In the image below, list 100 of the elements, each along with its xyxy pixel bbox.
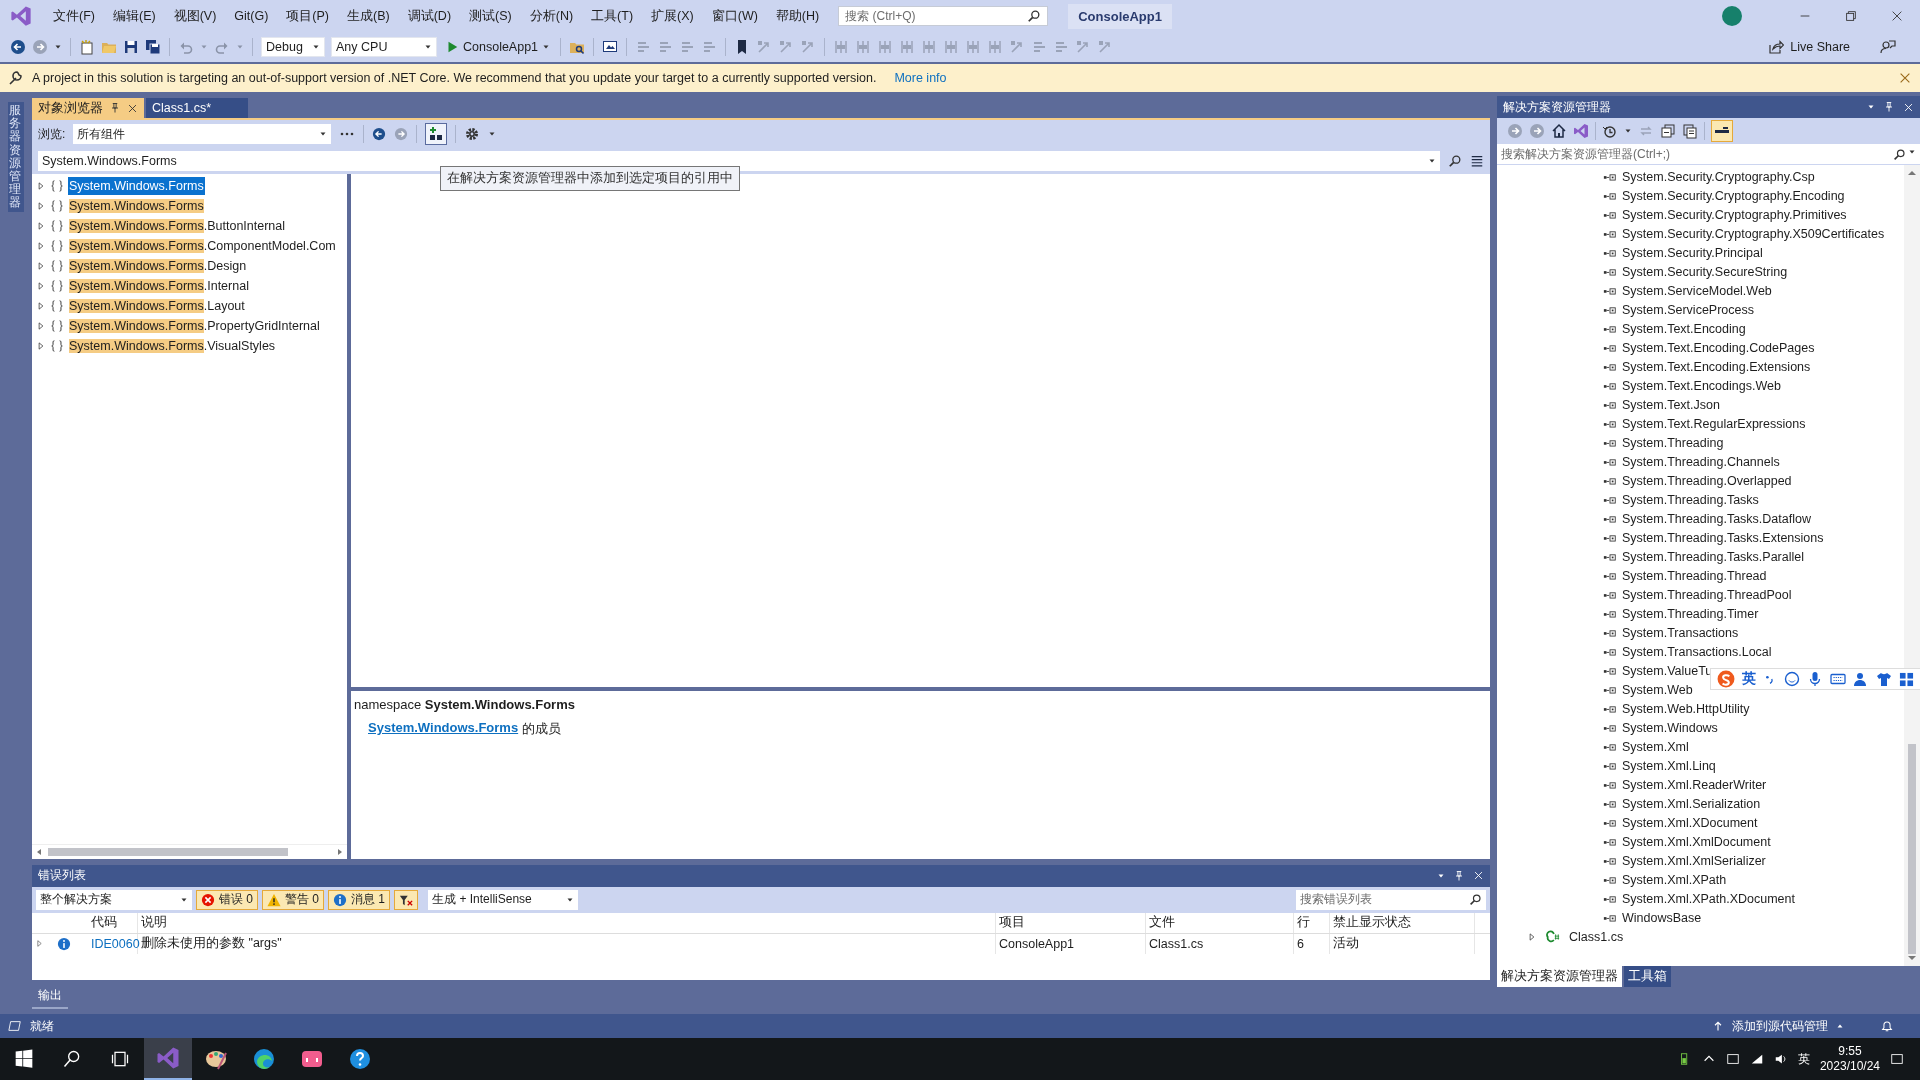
- microphone-icon[interactable]: [1807, 671, 1823, 687]
- column-header[interactable]: 说明: [138, 912, 996, 933]
- column-header[interactable]: 代码: [88, 912, 138, 933]
- menu-item[interactable]: 窗口(W): [702, 3, 767, 29]
- menu-item[interactable]: 工具(T): [582, 3, 643, 29]
- reference-item[interactable]: System.Xml.ReaderWriter: [1622, 777, 1767, 792]
- history-icon[interactable]: [1602, 123, 1618, 139]
- tree-item[interactable]: System.Windows.Forms: [68, 177, 205, 195]
- source-control-button[interactable]: 添加到源代码管理: [1732, 1017, 1828, 1035]
- settings-icon[interactable]: [464, 126, 481, 142]
- help-icon[interactable]: [348, 1047, 372, 1071]
- collapse-all-icon[interactable]: [1660, 123, 1676, 139]
- reference-item[interactable]: System.Xml.XPath: [1622, 872, 1727, 887]
- list-icon[interactable]: [1470, 154, 1484, 168]
- reference-item[interactable]: System.Text.RegularExpressions: [1622, 416, 1806, 431]
- avatar-icon[interactable]: [1722, 6, 1742, 26]
- message-filter-button[interactable]: 消息 1: [328, 889, 391, 910]
- reference-item[interactable]: System.Threading.ThreadPool: [1622, 587, 1792, 602]
- screenshot-icon[interactable]: [602, 39, 619, 55]
- reference-item[interactable]: System.Security.Cryptography.X509Certificates: [1622, 226, 1885, 241]
- user-icon[interactable]: [1853, 671, 1869, 687]
- reference-item[interactable]: System.Xml.Serialization: [1622, 796, 1761, 811]
- menu-item[interactable]: 编辑(E): [103, 3, 165, 29]
- more-info-link[interactable]: More info: [894, 71, 947, 85]
- reference-item[interactable]: System.Transactions: [1622, 625, 1739, 640]
- clock[interactable]: 9:55 2023/10/24: [1819, 1044, 1880, 1074]
- menu-item[interactable]: 项目(P): [277, 3, 338, 29]
- forward-icon[interactable]: [394, 127, 409, 141]
- warning-filter-button[interactable]: 警告 0: [262, 889, 325, 910]
- configuration-dropdown[interactable]: Debug: [261, 37, 325, 57]
- input-method-logo-icon[interactable]: [1717, 670, 1735, 688]
- reference-item[interactable]: System.Xml.XmlDocument: [1622, 834, 1771, 849]
- task-view-icon[interactable]: [110, 1049, 130, 1069]
- visual-studio-icon[interactable]: [156, 1046, 180, 1070]
- search-field[interactable]: 搜索解决方案资源管理器(Ctrl+;): [1497, 144, 1920, 165]
- tree-item[interactable]: System.Windows.Forms.ComponentModel.Com: [68, 237, 337, 255]
- search-field[interactable]: 搜索 (Ctrl+Q): [838, 6, 1049, 26]
- language-toggle[interactable]: 英: [1742, 670, 1756, 688]
- browser-icon[interactable]: [252, 1047, 276, 1071]
- close-icon[interactable]: [1898, 71, 1912, 85]
- menu-item[interactable]: 生成(B): [338, 3, 399, 29]
- grid-icon[interactable]: [1899, 671, 1914, 687]
- search-icon[interactable]: [1448, 154, 1462, 168]
- reference-item[interactable]: System.Threading.Tasks: [1622, 492, 1759, 507]
- scope-dropdown[interactable]: 整个解决方案: [36, 889, 192, 910]
- save-all-icon[interactable]: [145, 39, 161, 55]
- reference-item[interactable]: System.Text.Encoding: [1622, 321, 1746, 336]
- keyboard-icon[interactable]: [1830, 671, 1846, 687]
- reference-item[interactable]: System.Threading: [1622, 435, 1724, 450]
- pin-icon[interactable]: [1883, 101, 1895, 113]
- output-tab[interactable]: 输出: [32, 984, 68, 1010]
- start-button[interactable]: ConsoleApp1: [443, 40, 553, 54]
- forward-icon[interactable]: [1529, 123, 1545, 139]
- platform-dropdown[interactable]: Any CPU: [331, 37, 437, 57]
- side-tab[interactable]: 服务器资源管理器: [8, 102, 24, 212]
- visual-studio-icon[interactable]: [1573, 123, 1589, 139]
- menu-item[interactable]: 测试(S): [460, 3, 521, 29]
- volume-icon[interactable]: [1773, 1052, 1788, 1066]
- start-icon[interactable]: [14, 1049, 34, 1069]
- tree-item[interactable]: System.Windows.Forms.ButtonInternal: [68, 217, 287, 235]
- file-item[interactable]: Class1.cs: [1569, 929, 1624, 944]
- reference-item[interactable]: System.Xml.Linq: [1622, 758, 1716, 773]
- scrollbar-thumb[interactable]: [48, 847, 288, 856]
- scrollbar-thumb[interactable]: [1908, 744, 1916, 954]
- feedback-icon[interactable]: [1880, 39, 1896, 55]
- close-icon[interactable]: [1890, 9, 1904, 23]
- search-icon[interactable]: [62, 1049, 82, 1069]
- reference-item[interactable]: System.Xml: [1622, 739, 1689, 754]
- reference-item[interactable]: System.Threading.Timer: [1622, 606, 1759, 621]
- menu-item[interactable]: 帮助(H): [766, 3, 829, 29]
- panel-tab[interactable]: 工具箱: [1624, 965, 1671, 987]
- reference-item[interactable]: System.Threading.Overlapped: [1622, 473, 1792, 488]
- reference-item[interactable]: System.Text.Encoding.CodePages: [1622, 340, 1815, 355]
- reference-item[interactable]: System.Xml.XPath.XDocument: [1622, 891, 1795, 906]
- forward-icon[interactable]: [32, 39, 48, 55]
- shirt-icon[interactable]: [1876, 671, 1892, 687]
- tablet-icon[interactable]: [1725, 1052, 1740, 1066]
- source-dropdown[interactable]: 生成 + IntelliSense: [428, 889, 579, 910]
- browse-dropdown[interactable]: 所有组件: [73, 124, 332, 144]
- reference-item[interactable]: System.Transactions.Local: [1622, 644, 1772, 659]
- close-icon[interactable]: [1903, 101, 1914, 113]
- reference-item[interactable]: System.ServiceProcess: [1622, 302, 1754, 317]
- menu-item[interactable]: 调试(D): [398, 3, 461, 29]
- search-field[interactable]: 搜索错误列表: [1296, 889, 1486, 910]
- reference-item[interactable]: System.Security.Cryptography.Primitives: [1622, 207, 1847, 222]
- column-header[interactable]: 项目: [996, 912, 1146, 933]
- reference-item[interactable]: System.Threading.Tasks.Parallel: [1622, 549, 1805, 564]
- document-tab[interactable]: Class1.cs*: [146, 98, 248, 118]
- pin-icon[interactable]: [109, 102, 121, 114]
- restore-icon[interactable]: [1844, 9, 1858, 23]
- reference-item[interactable]: WindowsBase: [1622, 910, 1702, 925]
- reference-item[interactable]: System.Text.Encodings.Web: [1622, 378, 1781, 393]
- scroll-up-icon[interactable]: [1907, 169, 1917, 177]
- panel-tab[interactable]: 解决方案资源管理器: [1497, 965, 1622, 987]
- reference-item[interactable]: System.Security.Cryptography.Encoding: [1622, 188, 1845, 203]
- tree-item[interactable]: System.Windows.Forms.PropertyGridInternal: [68, 317, 321, 335]
- reference-item[interactable]: System.Security.SecureString: [1622, 264, 1788, 279]
- reference-item[interactable]: System.Xml.XmlSerializer: [1622, 853, 1766, 868]
- search-field[interactable]: System.Windows.Forms: [38, 151, 1440, 171]
- pin-icon[interactable]: [1453, 869, 1465, 882]
